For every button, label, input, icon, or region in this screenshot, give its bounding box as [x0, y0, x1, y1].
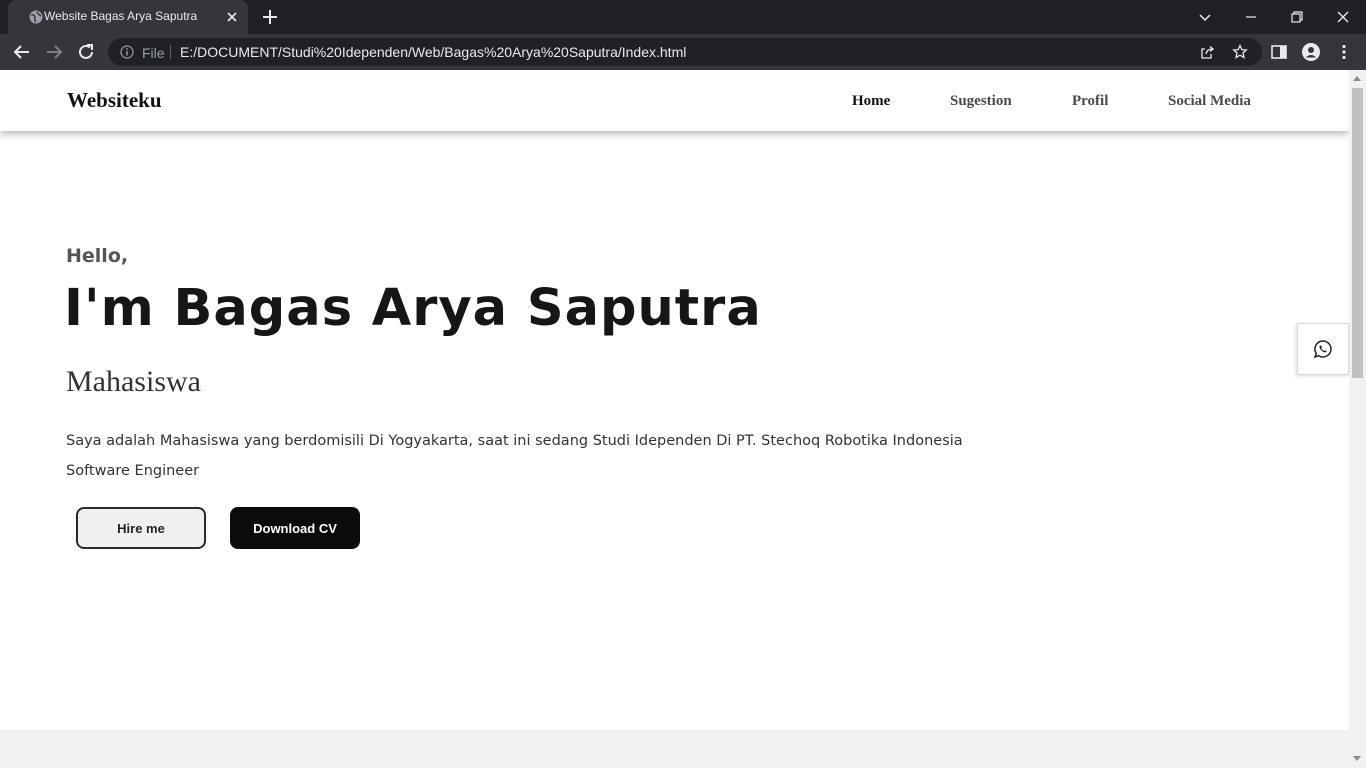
scroll-thumb[interactable]: [1352, 88, 1363, 378]
url-text[interactable]: E:/DOCUMENT/Studi%20Idependen/Web/Bagas%…: [180, 44, 686, 60]
hero-description-line: Saya adalah Mahasiswa yang berdomisili D…: [66, 433, 963, 449]
new-tab-icon[interactable]: [260, 7, 280, 27]
profile-avatar-icon[interactable]: [1302, 43, 1320, 61]
browser-tab-strip: Website Bagas Arya Saputra: [0, 0, 1366, 34]
whatsapp-float-button[interactable]: [1297, 323, 1349, 375]
whatsapp-icon: [1313, 340, 1332, 359]
page-scrollbar[interactable]: [1349, 70, 1366, 768]
hero-description-line: Software Engineer: [66, 463, 200, 479]
next-section: [0, 730, 1349, 768]
nav-social-media[interactable]: Social Media: [1168, 93, 1251, 110]
minimize-icon[interactable]: [1239, 5, 1263, 29]
info-icon[interactable]: [120, 45, 134, 59]
tab-title: Website Bagas Arya Saputra: [44, 9, 198, 23]
hero-greeting: Hello,: [66, 245, 129, 267]
address-bar[interactable]: File E:/DOCUMENT/Studi%20Idependen/Web/B…: [108, 38, 1262, 66]
nav-profil[interactable]: Profil: [1072, 93, 1108, 110]
forward-icon[interactable]: [43, 41, 65, 63]
restore-icon[interactable]: [1285, 5, 1309, 29]
hero-role: Mahasiswa: [66, 365, 201, 398]
site-header: Websiteku Home Sugestion Profil Social M…: [0, 70, 1349, 131]
hero-description: Saya adalah Mahasiswa yang berdomisili D…: [66, 426, 963, 486]
address-divider: [170, 45, 171, 59]
page-viewport: Websiteku Home Sugestion Profil Social M…: [0, 70, 1349, 768]
close-window-icon[interactable]: [1331, 5, 1355, 29]
scheme-label: File: [142, 45, 165, 61]
browser-tab[interactable]: Website Bagas Arya Saputra: [8, 0, 248, 34]
globe-icon: [29, 10, 43, 24]
more-menu-icon[interactable]: [1335, 43, 1353, 61]
share-icon[interactable]: [1199, 44, 1215, 60]
tab-search-icon[interactable]: [1193, 5, 1217, 29]
nav-sugestion[interactable]: Sugestion: [950, 93, 1012, 110]
close-tab-icon[interactable]: [224, 9, 240, 25]
side-panel-icon[interactable]: [1270, 43, 1288, 61]
hero-name: I'm Bagas Arya Saputra: [64, 279, 762, 338]
browser-toolbar: File E:/DOCUMENT/Studi%20Idependen/Web/B…: [0, 34, 1366, 70]
download-cv-button[interactable]: Download CV: [230, 507, 360, 549]
scroll-up-arrow-icon[interactable]: [1353, 76, 1361, 81]
reload-icon[interactable]: [75, 41, 97, 63]
bookmark-star-icon[interactable]: [1232, 44, 1248, 60]
scroll-down-arrow-icon[interactable]: [1353, 756, 1361, 761]
hire-me-button[interactable]: Hire me: [76, 507, 206, 549]
site-logo[interactable]: Websiteku: [67, 88, 162, 113]
nav-home[interactable]: Home: [852, 93, 890, 110]
back-icon[interactable]: [11, 41, 33, 63]
